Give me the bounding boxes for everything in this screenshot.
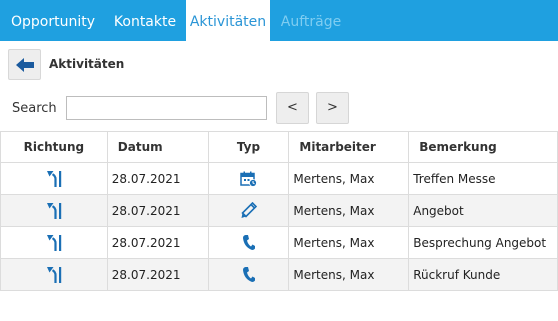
- tab-kontakte[interactable]: Kontakte: [106, 0, 184, 41]
- table-row[interactable]: 28.07.2021 Mertens, Max Rückruf Kunde: [0, 258, 558, 291]
- table-row[interactable]: 28.07.2021 Mertens, Max Besprechung Ange…: [0, 226, 558, 259]
- type-cell: [207, 258, 290, 291]
- tab-bar: Opportunity Kontakte Aktivitäten Aufträg…: [0, 0, 558, 41]
- column-header-richtung[interactable]: Richtung: [0, 131, 108, 163]
- page-title: Aktivitäten: [49, 57, 125, 71]
- search-label: Search: [12, 101, 57, 116]
- search-input[interactable]: [66, 96, 267, 120]
- type-cell: [207, 194, 290, 227]
- phone-icon: [242, 267, 255, 282]
- incoming-arrow-icon: [46, 234, 62, 251]
- column-header-bemerkung[interactable]: Bemerkung: [408, 131, 558, 163]
- date-cell: 28.07.2021: [106, 162, 209, 195]
- direction-cell: [0, 162, 108, 195]
- table-row[interactable]: 28.07.2021 Mertens, Max Treffen Messe: [0, 162, 558, 195]
- incoming-arrow-icon: [46, 170, 62, 187]
- search-bar: Search < >: [0, 92, 558, 124]
- column-header-typ[interactable]: Typ: [207, 131, 290, 163]
- next-button[interactable]: >: [316, 92, 349, 124]
- activities-table: Richtung Datum Typ Mitarbeiter Bemerkung…: [0, 131, 558, 291]
- tab-aktivitaeten[interactable]: Aktivitäten: [186, 0, 270, 41]
- prev-button[interactable]: <: [276, 92, 309, 124]
- incoming-arrow-icon: [46, 266, 62, 283]
- pencil-icon: [240, 201, 257, 218]
- table-row[interactable]: 28.07.2021 Mertens, Max Angebot: [0, 194, 558, 227]
- phone-icon: [242, 235, 255, 250]
- back-button[interactable]: [8, 49, 41, 80]
- column-header-datum[interactable]: Datum: [106, 131, 209, 163]
- remark-cell: Besprechung Angebot: [408, 226, 558, 259]
- date-cell: 28.07.2021: [106, 258, 209, 291]
- calendar-icon: [240, 171, 257, 187]
- table-header-row: Richtung Datum Typ Mitarbeiter Bemerkung: [0, 131, 558, 163]
- date-cell: 28.07.2021: [106, 226, 209, 259]
- tab-auftraege: Aufträge: [280, 14, 342, 30]
- employee-cell: Mertens, Max: [288, 162, 410, 195]
- direction-cell: [0, 226, 108, 259]
- employee-cell: Mertens, Max: [288, 194, 410, 227]
- arrow-left-icon: [16, 58, 34, 72]
- employee-cell: Mertens, Max: [288, 258, 410, 291]
- employee-cell: Mertens, Max: [288, 226, 410, 259]
- tab-opportunity[interactable]: Opportunity: [0, 0, 106, 41]
- type-cell: [207, 226, 290, 259]
- date-cell: 28.07.2021: [106, 194, 209, 227]
- remark-cell: Angebot: [408, 194, 558, 227]
- type-cell: [207, 162, 290, 195]
- direction-cell: [0, 258, 108, 291]
- page-header: Aktivitäten: [0, 47, 558, 82]
- remark-cell: Rückruf Kunde: [408, 258, 558, 291]
- remark-cell: Treffen Messe: [408, 162, 558, 195]
- column-header-mitarbeiter[interactable]: Mitarbeiter: [288, 131, 410, 163]
- direction-cell: [0, 194, 108, 227]
- incoming-arrow-icon: [46, 202, 62, 219]
